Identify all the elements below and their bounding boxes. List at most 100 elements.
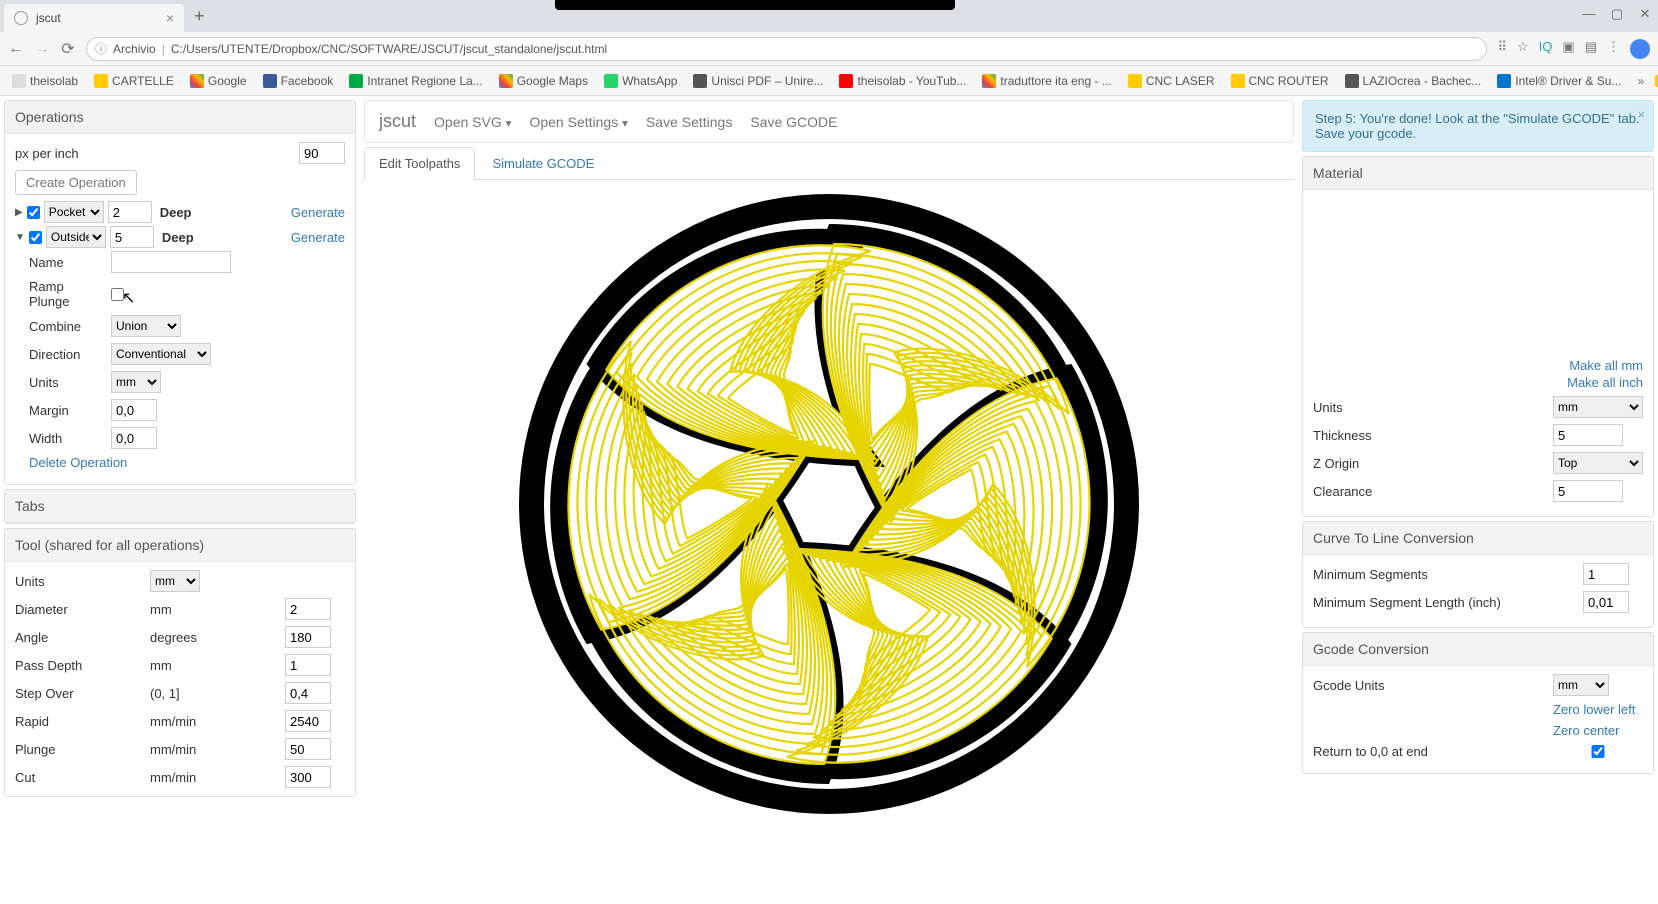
save-gcode-link[interactable]: Save GCODE: [750, 114, 837, 130]
panel-header: Tabs: [5, 490, 355, 523]
forward-icon[interactable]: →: [34, 40, 50, 58]
material-units-label: Units: [1313, 400, 1543, 415]
caret-down-icon[interactable]: ▼: [15, 232, 25, 243]
curve-panel: Curve To Line Conversion Minimum Segment…: [1302, 521, 1654, 628]
delete-operation-link[interactable]: Delete Operation: [29, 455, 127, 470]
generate-link[interactable]: Generate: [291, 205, 345, 220]
bookmark-item[interactable]: theisolab: [6, 72, 84, 90]
menu-icon[interactable]: ⋮: [1607, 39, 1620, 59]
rapid-input[interactable]: [285, 710, 331, 732]
angle-input[interactable]: [285, 626, 331, 648]
thickness-input[interactable]: [1553, 424, 1623, 446]
combine-select[interactable]: Union: [111, 315, 181, 337]
bookmark-item[interactable]: CARTELLE: [88, 72, 180, 90]
diameter-unit: mm: [150, 602, 275, 617]
bookmark-item[interactable]: Facebook: [257, 72, 340, 90]
operation-enabled-checkbox[interactable]: [27, 206, 40, 219]
operation-depth-input[interactable]: [108, 201, 152, 223]
min-segments-input[interactable]: [1583, 563, 1629, 585]
tab-edit-toolpaths[interactable]: Edit Toolpaths: [364, 147, 475, 180]
margin-input[interactable]: [111, 399, 157, 421]
brand: jscut: [379, 111, 416, 132]
tab-title: jscut: [36, 11, 158, 25]
panel-header: Gcode Conversion: [1303, 633, 1653, 666]
save-settings-link[interactable]: Save Settings: [646, 114, 732, 130]
create-operation-button[interactable]: Create Operation: [15, 170, 137, 195]
direction-label: Direction: [29, 347, 105, 362]
reload-icon[interactable]: ⟳: [60, 39, 76, 59]
ext2-icon[interactable]: ▣: [1562, 39, 1574, 59]
operation-depth-input[interactable]: [110, 226, 154, 248]
name-input[interactable]: [111, 251, 231, 273]
z-origin-label: Z Origin: [1313, 456, 1543, 471]
width-input[interactable]: [111, 427, 157, 449]
min-seg-length-input[interactable]: [1583, 591, 1629, 613]
z-origin-select[interactable]: Top: [1553, 452, 1643, 474]
open-svg-menu[interactable]: Open SVG ▾: [434, 114, 511, 130]
browser-tab[interactable]: jscut ×: [4, 4, 184, 32]
clearance-input[interactable]: [1553, 480, 1623, 502]
margin-label: Margin: [29, 403, 105, 418]
new-tab-button[interactable]: +: [194, 6, 205, 27]
pass-depth-input[interactable]: [285, 654, 331, 676]
bookmark-item[interactable]: CNC ROUTER: [1225, 72, 1335, 90]
gcode-units-select[interactable]: mm: [1553, 674, 1609, 696]
tool-units-select[interactable]: mm: [150, 570, 200, 592]
diameter-input[interactable]: [285, 598, 331, 620]
bookmark-item[interactable]: traduttore ita eng - ...: [976, 72, 1117, 90]
return-origin-checkbox[interactable]: [1553, 745, 1643, 758]
tab-simulate-gcode[interactable]: Simulate GCODE: [477, 147, 609, 179]
open-settings-menu[interactable]: Open Settings ▾: [529, 114, 627, 130]
minimize-icon[interactable]: —: [1582, 6, 1596, 22]
make-all-mm-link[interactable]: Make all mm: [1569, 358, 1643, 373]
step-over-input[interactable]: [285, 682, 331, 704]
min-seg-length-label: Minimum Segment Length (inch): [1313, 595, 1573, 610]
bookmark-item[interactable]: Intel® Driver & Su...: [1491, 72, 1627, 90]
svg-canvas[interactable]: [364, 184, 1294, 900]
material-units-select[interactable]: mm: [1553, 396, 1643, 418]
bookmark-item[interactable]: WhatsApp: [598, 72, 683, 90]
direction-select[interactable]: Conventional: [111, 343, 211, 365]
ext3-icon[interactable]: ▤: [1585, 39, 1597, 59]
profile-icon[interactable]: [1630, 39, 1650, 59]
star-icon[interactable]: ☆: [1517, 39, 1529, 59]
bookmark-item[interactable]: LAZIOcrea - Bachec...: [1339, 72, 1488, 90]
units-select[interactable]: mm: [111, 371, 161, 393]
info-icon: ⓘ: [95, 40, 107, 57]
make-all-inch-link[interactable]: Make all inch: [1567, 375, 1643, 390]
bookmarks-overflow[interactable]: » Altri Pref: [1631, 72, 1658, 90]
url-input[interactable]: ⓘ Archivio | C:/Users/UTENTE/Dropbox/CNC…: [86, 37, 1487, 61]
plunge-input[interactable]: [285, 738, 331, 760]
close-window-icon[interactable]: ✕: [1638, 6, 1652, 22]
main-tabs: Edit Toolpaths Simulate GCODE: [364, 147, 1294, 180]
bookmark-item[interactable]: CNC LASER: [1122, 72, 1221, 90]
top-notch: [555, 0, 955, 10]
generate-link[interactable]: Generate: [291, 230, 345, 245]
ramp-plunge-checkbox[interactable]: [111, 288, 124, 301]
back-icon[interactable]: ←: [8, 40, 24, 58]
clearance-label: Clearance: [1313, 484, 1543, 499]
translate-icon[interactable]: ⠿: [1497, 39, 1507, 59]
panel-header: Curve To Line Conversion: [1303, 522, 1653, 555]
close-icon[interactable]: ×: [1637, 107, 1645, 122]
ext1-icon[interactable]: IQ: [1539, 39, 1553, 59]
px-per-inch-input[interactable]: [299, 142, 345, 164]
zero-lower-left-link[interactable]: Zero lower left: [1553, 702, 1643, 717]
bookmark-item[interactable]: theisolab - YouTub...: [833, 72, 972, 90]
cut-input[interactable]: [285, 766, 331, 788]
bookmark-item[interactable]: Google Maps: [493, 72, 594, 90]
tabs-panel: Tabs: [4, 489, 356, 524]
bookmark-item[interactable]: Unisci PDF – Unire...: [687, 72, 829, 90]
close-icon[interactable]: ×: [166, 10, 174, 26]
operation-type-select[interactable]: Pocket: [44, 201, 104, 223]
maximize-icon[interactable]: ▢: [1610, 6, 1624, 22]
caret-right-icon[interactable]: ▶: [15, 207, 23, 218]
operation-enabled-checkbox[interactable]: [29, 231, 42, 244]
operation-type-select[interactable]: Outside: [46, 226, 106, 248]
return-origin-label: Return to 0,0 at end: [1313, 744, 1543, 759]
combine-label: Combine: [29, 319, 105, 334]
bookmark-item[interactable]: Intranet Regione La...: [343, 72, 488, 90]
bookmark-item[interactable]: Google: [184, 72, 253, 90]
zero-center-link[interactable]: Zero center: [1553, 723, 1643, 738]
address-bar: ← → ⟳ ⓘ Archivio | C:/Users/UTENTE/Dropb…: [0, 32, 1658, 66]
